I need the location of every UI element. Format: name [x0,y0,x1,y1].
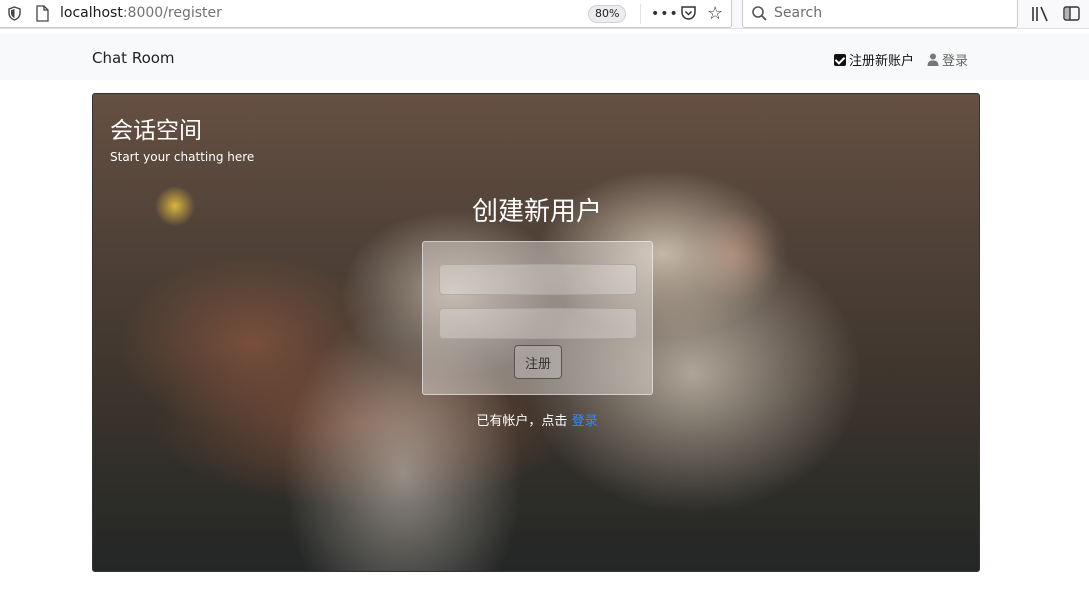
register-nav-link[interactable]: 注册新账户 [834,50,914,69]
url-path: :8000/register [122,5,222,21]
bookmark-star-icon[interactable]: ☆ [707,3,723,24]
register-form: 注册 [422,241,653,395]
pocket-icon[interactable] [680,5,697,22]
search-bar[interactable]: Search [742,0,1018,28]
shield-icon[interactable] [8,6,21,21]
brand-link[interactable]: Chat Room [92,49,175,67]
hero-subtitle: Start your chatting here [110,150,255,164]
divider [640,4,641,24]
hero-banner: 会话空间 Start your chatting here 创建新用户 注册 已… [92,93,980,572]
zoom-badge[interactable]: 80% [588,5,627,23]
site-navbar: Chat Room 注册新账户 登录 [0,34,1089,80]
library-icon[interactable] [1031,6,1049,22]
hero-title: 会话空间 [110,118,202,144]
browser-toolbar: localhost:8000/register 80% ••• ☆ Search [0,0,1089,29]
address-bar[interactable]: localhost:8000/register 80% ••• ☆ [0,0,732,28]
login-nav-link[interactable]: 登录 [927,50,968,69]
sidebar-icon[interactable] [1063,6,1080,21]
register-button[interactable]: 注册 [514,345,562,379]
login-link[interactable]: 登录 [572,414,598,429]
login-hint-text: 已有帐户，点击 [476,414,568,429]
search-placeholder: Search [774,5,823,21]
username-field[interactable] [439,264,637,295]
login-hint: 已有帐户，点击 登录 [93,410,979,429]
page-icon [36,5,49,22]
url-host: localhost [60,5,123,21]
register-nav-label: 注册新账户 [849,54,915,69]
more-actions-icon[interactable]: ••• [651,6,679,22]
url-text[interactable]: localhost:8000/register [60,5,222,21]
login-nav-label: 登录 [942,54,969,69]
checkbox-icon [834,53,846,66]
form-title: 创建新用户 [471,197,602,227]
password-field[interactable] [439,308,637,339]
search-icon [752,6,767,21]
user-icon [927,53,939,66]
